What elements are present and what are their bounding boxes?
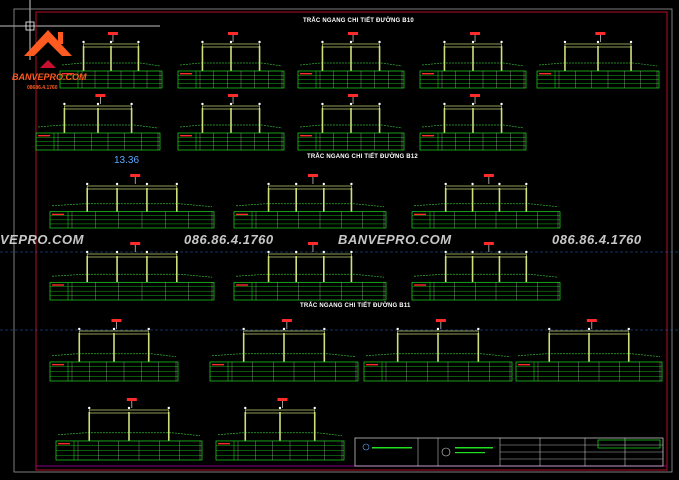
watermark-phone-2: 086.86.4.1760 xyxy=(552,232,642,247)
watermark-site-2: BANVEPRO.COM xyxy=(338,232,452,247)
section-title-b10: TRẮC NGANG CHI TIẾT ĐƯỜNG B10 xyxy=(303,18,414,24)
dimension-label: 13.36 xyxy=(114,155,140,166)
logo-name: BANVEPRO.COM xyxy=(12,72,87,82)
section-title-b12: TRẮC NGANG CHI TIẾT ĐƯỜNG B12 xyxy=(307,154,418,160)
logo-phone: 08686.4.1760 xyxy=(27,85,58,91)
watermark-site-left: VEPRO.COM xyxy=(0,232,84,247)
section-title-b11: TRẮC NGANG CHI TIẾT ĐƯỜNG B11 xyxy=(300,303,411,309)
watermark-phone-1: 086.86.4.1760 xyxy=(184,232,274,247)
